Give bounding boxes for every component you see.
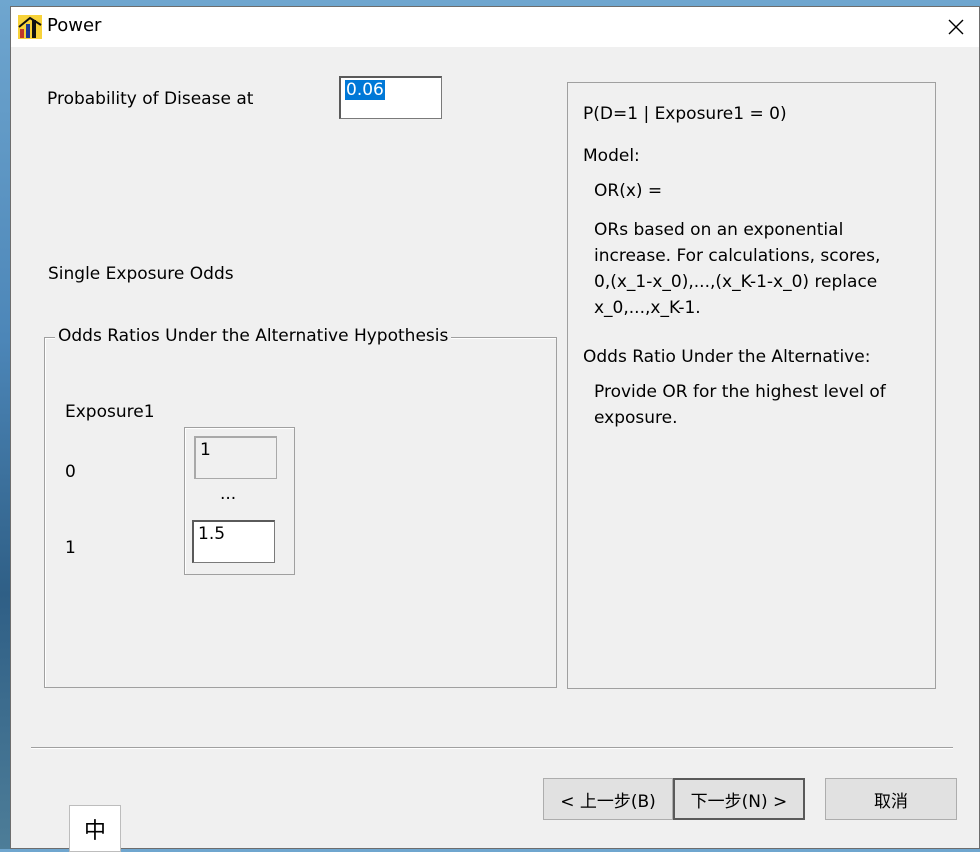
bar-chart-icon [18, 15, 42, 39]
model-description-1: ORs based on an exponential [594, 220, 844, 240]
model-description-4: x_0,...,x_K-1. [594, 298, 701, 318]
model-label: Model: [583, 146, 640, 166]
odds-ratio-input-1[interactable]: 1.5 [192, 520, 275, 563]
model-description-3: 0,(x_1-x_0),...,(x_K-1-x_0) replace [594, 272, 878, 292]
odds-ratios-groupbox: Odds Ratios Under the Alternative Hypoth… [44, 326, 557, 688]
title-bar[interactable]: Power [11, 7, 979, 47]
probability-value: 0.06 [345, 80, 385, 100]
alternative-description-2: exposure. [594, 408, 678, 428]
alternative-description-1: Provide OR for the highest level of [594, 382, 886, 402]
single-exposure-odds-label: Single Exposure Odds [48, 264, 234, 284]
footer-separator [31, 747, 953, 749]
model-description-2: increase. For calculations, scores, [594, 246, 881, 266]
window-title: Power [47, 15, 102, 36]
info-panel: P(D=1 | Exposure1 = 0) Model: OR(x) = OR… [567, 82, 936, 689]
exposure-level-1: 1 [65, 538, 76, 558]
power-dialog: Power Probability of Disease at 0.06 Sin… [10, 6, 980, 852]
next-button[interactable]: 下一步(N) > [673, 778, 805, 820]
info-condition: P(D=1 | Exposure1 = 0) [583, 104, 787, 124]
odds-ratio-input-0: 1 [194, 436, 277, 479]
back-button[interactable]: < 上一步(B) [543, 778, 673, 820]
alternative-label: Odds Ratio Under the Alternative: [583, 347, 871, 367]
close-button[interactable] [933, 7, 979, 47]
groupbox-title: Odds Ratios Under the Alternative Hypoth… [55, 326, 452, 346]
cancel-button[interactable]: 取消 [825, 778, 957, 820]
exposure-level-0: 0 [65, 462, 76, 482]
ime-mode-indicator[interactable]: 中 [69, 805, 121, 852]
close-icon [948, 19, 964, 35]
probability-label: Probability of Disease at [47, 89, 254, 109]
odds-ratio-box: 1 ... 1.5 [184, 427, 295, 575]
exposure-header: Exposure1 [65, 402, 155, 422]
model-formula: OR(x) = [594, 181, 663, 201]
probability-input[interactable]: 0.06 [339, 76, 442, 119]
ellipsis: ... [220, 484, 237, 504]
